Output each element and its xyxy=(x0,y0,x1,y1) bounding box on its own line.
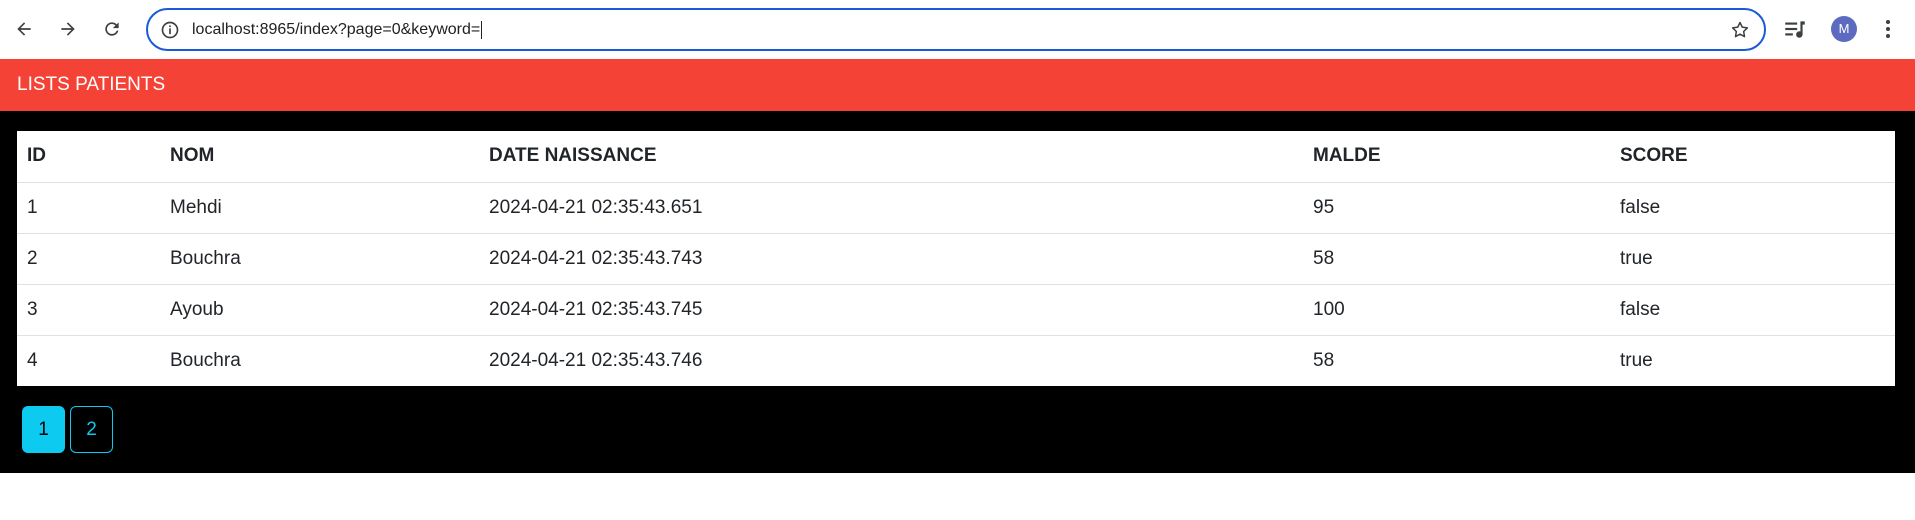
cell-id: 2 xyxy=(17,233,160,285)
cell-id: 4 xyxy=(27,349,38,371)
patients-table-container: ID NOM DATE NAISSANCE MALDE SCORE 1 Mehd… xyxy=(17,131,1895,386)
bookmark-star-icon[interactable] xyxy=(1730,20,1750,40)
browser-toolbar: localhost:8965/index?page=0&keyword= M xyxy=(0,0,1915,59)
table-row: 3 Ayoub 2024-04-21 02:35:43.745 100 fals… xyxy=(17,284,1895,336)
cell-nom: Ayoub xyxy=(160,284,479,336)
reload-button[interactable] xyxy=(96,13,128,45)
cell-malde: 58 xyxy=(1313,349,1335,371)
reading-list-icon[interactable] xyxy=(1782,16,1808,42)
page-viewport: LISTS PATIENTS ID NOM DATE NAISSANCE MAL… xyxy=(0,59,1915,520)
column-header-score: SCORE xyxy=(1610,131,1895,183)
back-button[interactable] xyxy=(8,13,40,45)
forward-button[interactable] xyxy=(52,13,84,45)
cell-score: false xyxy=(1610,182,1895,234)
table-row: 4 Bouchra 2024-04-21 02:35:43.746 58 tru… xyxy=(17,335,1895,386)
profile-avatar[interactable]: M xyxy=(1831,16,1857,42)
pagination: 1 2 xyxy=(22,406,113,453)
cell-score: false xyxy=(1610,284,1895,336)
cell-date-naissance: 2024-04-21 02:35:43.746 xyxy=(489,349,703,371)
cell-id: 1 xyxy=(17,182,160,234)
cell-malde: 100 xyxy=(1303,284,1610,336)
reload-icon xyxy=(105,22,119,36)
cell-score: true xyxy=(1610,233,1895,285)
card-title: LISTS PATIENTS xyxy=(0,59,1915,111)
cell-date-naissance: 2024-04-21 02:35:43.745 xyxy=(479,284,1303,336)
address-bar[interactable]: localhost:8965/index?page=0&keyword= xyxy=(146,8,1766,51)
kebab-dot-icon xyxy=(1886,20,1890,24)
cell-nom: Mehdi xyxy=(160,182,479,234)
cell-nom: Bouchra xyxy=(170,349,241,371)
arrow-right-icon xyxy=(61,22,75,36)
site-info-icon[interactable] xyxy=(160,20,180,40)
table-row: 2 Bouchra 2024-04-21 02:35:43.743 58 tru… xyxy=(17,233,1895,285)
column-header-id: ID xyxy=(17,131,160,183)
cell-malde: 58 xyxy=(1303,233,1610,285)
page-button-1[interactable]: 1 xyxy=(22,406,65,453)
cell-nom: Bouchra xyxy=(160,233,479,285)
url-text[interactable]: localhost:8965/index?page=0&keyword= xyxy=(192,10,482,49)
arrow-left-icon xyxy=(17,22,31,36)
table-row: 1 Mehdi 2024-04-21 02:35:43.651 95 false xyxy=(17,182,1895,234)
cell-date-naissance: 2024-04-21 02:35:43.743 xyxy=(479,233,1303,285)
column-header-nom: NOM xyxy=(160,131,479,183)
table-header-row: ID NOM DATE NAISSANCE MALDE SCORE xyxy=(17,131,1895,183)
column-header-date-naissance: DATE NAISSANCE xyxy=(479,131,1303,183)
patients-table: ID NOM DATE NAISSANCE MALDE SCORE 1 Mehd… xyxy=(17,131,1895,386)
column-header-malde: MALDE xyxy=(1303,131,1610,183)
browser-menu-button[interactable] xyxy=(1876,14,1900,44)
cell-score: true xyxy=(1620,349,1653,371)
kebab-dot-icon xyxy=(1886,27,1890,31)
patients-card: LISTS PATIENTS ID NOM DATE NAISSANCE MAL… xyxy=(0,59,1915,473)
cell-date-naissance: 2024-04-21 02:35:43.651 xyxy=(479,182,1303,234)
cell-id: 3 xyxy=(17,284,160,336)
cell-malde: 95 xyxy=(1303,182,1610,234)
page-button-2[interactable]: 2 xyxy=(70,406,113,453)
kebab-dot-icon xyxy=(1886,34,1890,38)
